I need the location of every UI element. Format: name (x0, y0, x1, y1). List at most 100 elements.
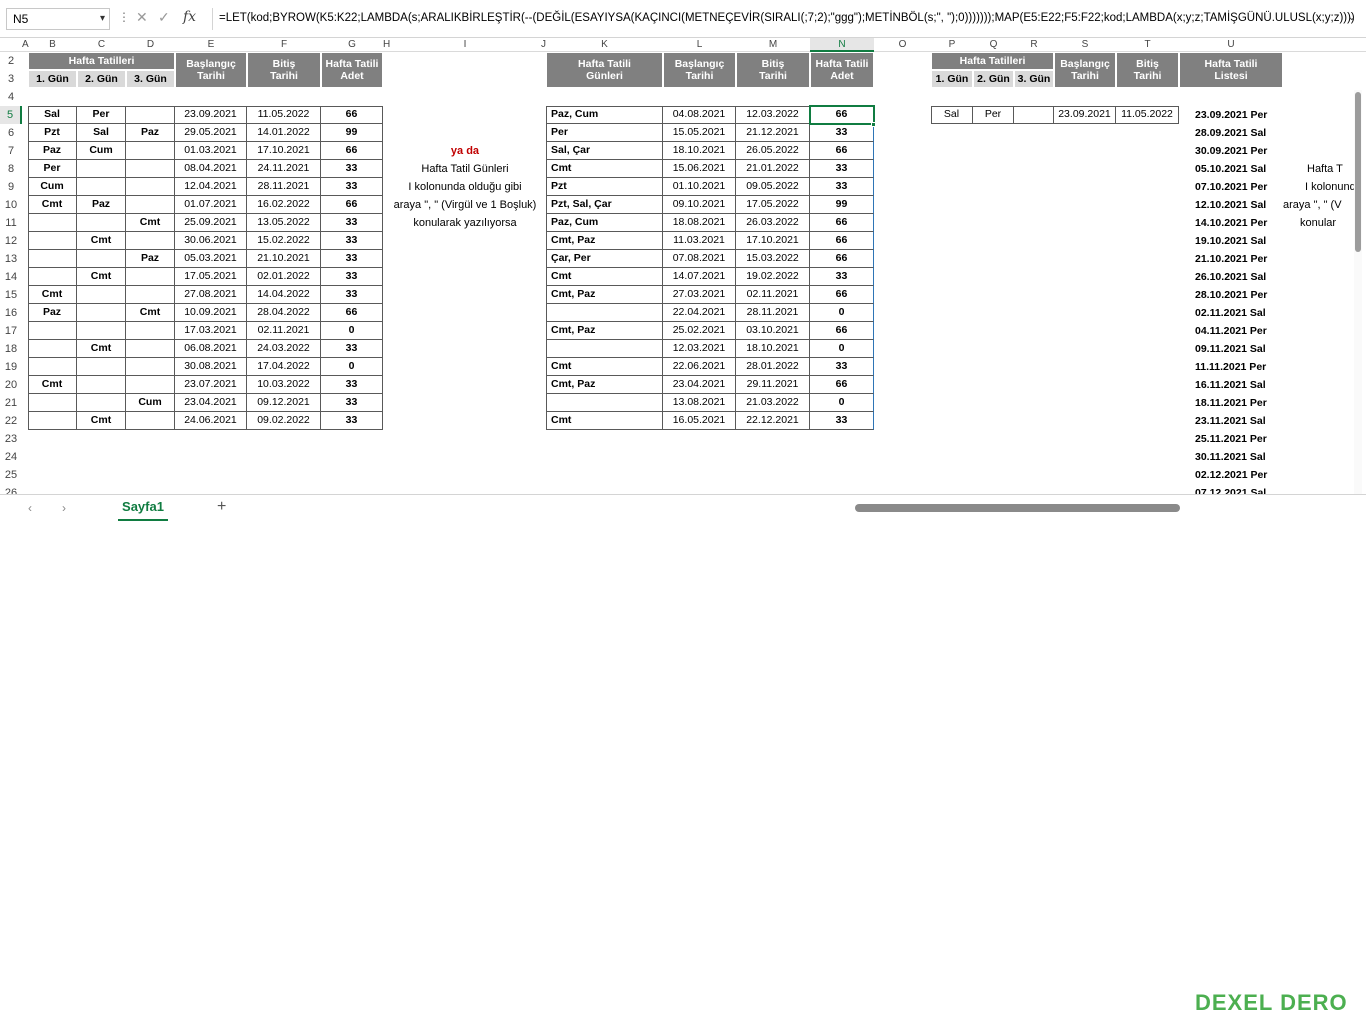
list-item[interactable]: 12.10.2021 Sal (1195, 196, 1266, 214)
column-header-l[interactable]: L (663, 38, 736, 52)
table1-cell[interactable] (126, 286, 175, 304)
table2-cell[interactable]: Cmt (546, 358, 663, 376)
table3-cell[interactable] (1014, 106, 1054, 124)
row-header-26[interactable]: 26 (0, 484, 22, 494)
column-header-p[interactable]: P (931, 38, 973, 52)
table2-cell[interactable]: Pzt, Sal, Çar (546, 196, 663, 214)
table1-cell[interactable]: 02.01.2022 (247, 268, 321, 286)
table1-cell[interactable]: 27.08.2021 (175, 286, 247, 304)
table1-cell[interactable]: 12.04.2021 (175, 178, 247, 196)
column-header-m[interactable]: M (736, 38, 810, 52)
row-header-5[interactable]: 5 (0, 106, 22, 124)
table2-cell[interactable]: 33 (810, 412, 874, 430)
name-box[interactable]: N5 ▾ (6, 8, 110, 30)
table1-cell[interactable]: Cmt (77, 412, 126, 430)
table1-cell[interactable]: 14.04.2022 (247, 286, 321, 304)
table1-cell[interactable] (126, 376, 175, 394)
table2-cell[interactable]: 33 (810, 160, 874, 178)
table1-cell[interactable]: 25.09.2021 (175, 214, 247, 232)
table1-cell[interactable]: 33 (321, 178, 383, 196)
row-header-19[interactable]: 19 (0, 358, 22, 376)
row-header-8[interactable]: 8 (0, 160, 22, 178)
table1-cell[interactable]: 17.04.2022 (247, 358, 321, 376)
table2-cell[interactable]: 26.05.2022 (736, 142, 810, 160)
table1-cell[interactable] (126, 160, 175, 178)
table1-cell[interactable]: 66 (321, 106, 383, 124)
list-item[interactable]: 26.10.2021 Sal (1195, 268, 1266, 286)
table1-cell[interactable]: 28.11.2021 (247, 178, 321, 196)
column-header-s[interactable]: S (1054, 38, 1116, 52)
selected-cell[interactable] (809, 105, 875, 125)
table2-cell[interactable]: 29.11.2021 (736, 376, 810, 394)
table1-cell[interactable] (28, 232, 77, 250)
formula-input[interactable]: =LET(kod;BYROW(K5:K22;LAMBDA(s;ARALIKBİR… (212, 8, 1362, 30)
column-header-o[interactable]: O (874, 38, 931, 52)
table1-cell[interactable]: Cmt (77, 340, 126, 358)
table1-cell[interactable] (77, 322, 126, 340)
table2-cell[interactable]: 66 (810, 232, 874, 250)
table1-cell[interactable]: 08.04.2021 (175, 160, 247, 178)
table1-cell[interactable] (126, 142, 175, 160)
table1-cell[interactable]: Paz (28, 142, 77, 160)
table1-cell[interactable]: 10.09.2021 (175, 304, 247, 322)
fill-handle[interactable] (871, 122, 876, 127)
list-item[interactable]: 14.10.2021 Per (1195, 214, 1267, 232)
column-header-k[interactable]: K (546, 38, 663, 52)
table1-cell[interactable] (28, 322, 77, 340)
table1-cell[interactable] (77, 394, 126, 412)
table1-cell[interactable] (126, 268, 175, 286)
table1-cell[interactable]: 10.03.2022 (247, 376, 321, 394)
column-header-f[interactable]: F (247, 38, 321, 52)
row-header-18[interactable]: 18 (0, 340, 22, 358)
table1-cell[interactable]: 23.09.2021 (175, 106, 247, 124)
table1-cell[interactable]: Cmt (126, 214, 175, 232)
table1-cell[interactable] (126, 340, 175, 358)
horizontal-scroll-thumb[interactable] (855, 504, 1180, 512)
table1-cell[interactable]: 01.03.2021 (175, 142, 247, 160)
table1-cell[interactable]: 11.05.2022 (247, 106, 321, 124)
fx-icon[interactable]: fx (183, 9, 196, 25)
table2-cell[interactable]: Sal, Çar (546, 142, 663, 160)
table2-cell[interactable]: 18.08.2021 (663, 214, 736, 232)
table1-cell[interactable]: 33 (321, 340, 383, 358)
row-header-10[interactable]: 10 (0, 196, 22, 214)
table1-cell[interactable]: 02.11.2021 (247, 322, 321, 340)
table1-cell[interactable] (126, 196, 175, 214)
table1-cell[interactable] (126, 106, 175, 124)
table2-cell[interactable]: 25.02.2021 (663, 322, 736, 340)
table1-cell[interactable]: 16.02.2022 (247, 196, 321, 214)
table2-cell[interactable]: Cmt (546, 412, 663, 430)
table2-cell[interactable]: Cmt (546, 268, 663, 286)
table1-cell[interactable]: 09.12.2021 (247, 394, 321, 412)
table2-cell[interactable]: Cmt, Paz (546, 232, 663, 250)
column-header-g[interactable]: G (321, 38, 383, 52)
table2-cell[interactable]: Cmt (546, 160, 663, 178)
table1-cell[interactable]: Paz (126, 250, 175, 268)
worksheet-grid[interactable]: ABCDEFGHIJKLMNOPQRSTU 2 3 4 5 6 7 8 9 10 11 12 13 14… (0, 38, 1366, 494)
row-header-3[interactable]: 3 (0, 70, 22, 88)
table2-cell[interactable]: Paz, Cum (546, 106, 663, 124)
table1-cell[interactable] (77, 214, 126, 232)
table1-cell[interactable]: 17.10.2021 (247, 142, 321, 160)
table1-cell[interactable]: 99 (321, 124, 383, 142)
table1-cell[interactable] (77, 250, 126, 268)
list-item[interactable]: 28.09.2021 Sal (1195, 124, 1266, 142)
table2-cell[interactable]: Pzt (546, 178, 663, 196)
table1-cell[interactable]: 28.04.2022 (247, 304, 321, 322)
vertical-scroll-thumb[interactable] (1355, 92, 1361, 252)
table2-cell[interactable]: 07.08.2021 (663, 250, 736, 268)
table1-cell[interactable]: Cmt (126, 304, 175, 322)
table1-cell[interactable]: Sal (77, 124, 126, 142)
table2-cell[interactable]: Paz, Cum (546, 214, 663, 232)
table1-cell[interactable]: 66 (321, 142, 383, 160)
table2-cell[interactable]: 18.10.2021 (663, 142, 736, 160)
table2-cell[interactable]: 04.08.2021 (663, 106, 736, 124)
list-item[interactable]: 02.12.2021 Per (1195, 466, 1267, 484)
table2-cell[interactable]: 15.06.2021 (663, 160, 736, 178)
row-header-24[interactable]: 24 (0, 448, 22, 466)
table1-cell[interactable]: 14.01.2022 (247, 124, 321, 142)
table2-cell[interactable]: 11.03.2021 (663, 232, 736, 250)
table2-cell[interactable]: 21.01.2022 (736, 160, 810, 178)
row-header-12[interactable]: 12 (0, 232, 22, 250)
column-header-n[interactable]: N (810, 38, 874, 52)
